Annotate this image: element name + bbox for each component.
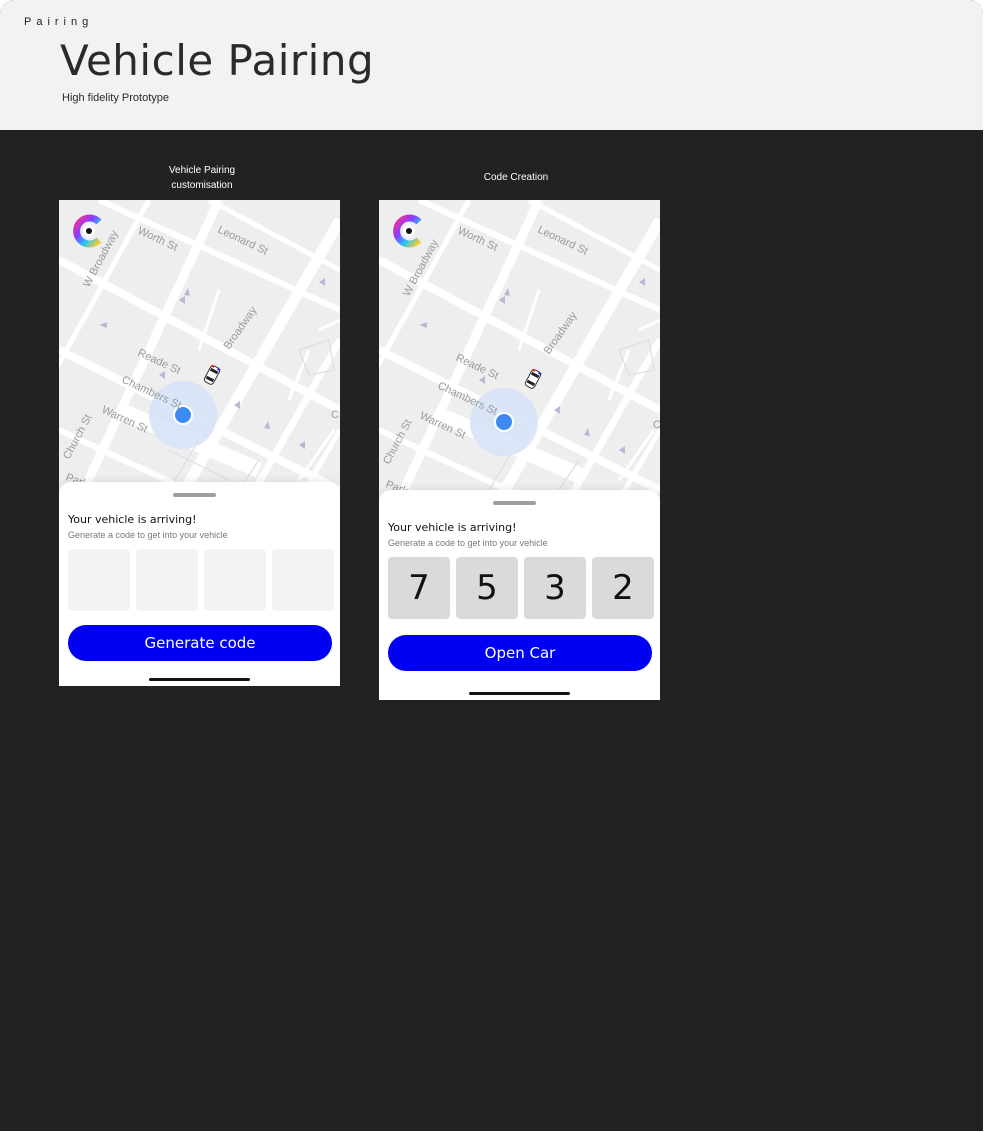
generate-code-button[interactable]: Generate code (68, 625, 332, 661)
location-dot-icon (494, 412, 514, 432)
map-view[interactable]: W Broadway Worth St Leonard St Broadway … (59, 200, 340, 500)
sheet-title: Your vehicle is arriving! (68, 513, 197, 526)
frame-label-pairing: Vehicle Pairing customisation (122, 163, 282, 193)
frame-label-line: customisation (171, 180, 233, 191)
sheet-subtitle: Generate a code to get into your vehicle (388, 538, 548, 548)
code-digit-box[interactable]: 5 (456, 557, 518, 619)
app-logo-icon[interactable] (392, 214, 426, 248)
sheet-title: Your vehicle is arriving! (388, 521, 517, 534)
open-car-button[interactable]: Open Car (388, 635, 652, 671)
frame-label-line: Vehicle Pairing (168, 165, 236, 176)
bottom-sheet: Your vehicle is arriving! Generate a cod… (59, 482, 340, 686)
frame-label-line: Code Creation (483, 172, 549, 183)
frame-label-code-creation: Code Creation (436, 170, 596, 185)
code-digit-box[interactable] (68, 549, 130, 611)
sheet-grabber[interactable] (493, 501, 536, 505)
page-subtitle: High fidelity Prototype (62, 92, 169, 104)
phone-frame-code-creation: W Broadway Worth St Leonard St Broadway … (379, 200, 660, 700)
bottom-sheet: Your vehicle is arriving! Generate a cod… (379, 490, 660, 700)
code-digit-box[interactable]: 7 (388, 557, 450, 619)
section-eyebrow: Pairing (24, 16, 94, 28)
code-digit-box[interactable]: 3 (524, 557, 586, 619)
code-digit-box[interactable] (204, 549, 266, 611)
code-digit-box[interactable] (136, 549, 198, 611)
home-indicator (149, 678, 250, 681)
design-canvas: Pairing Vehicle Pairing High fidelity Pr… (0, 0, 983, 1131)
phone-frame-pairing: W Broadway Worth St Leonard St Broadway … (59, 200, 340, 686)
code-digit-box[interactable] (272, 549, 334, 611)
sheet-grabber[interactable] (173, 493, 216, 497)
sheet-subtitle: Generate a code to get into your vehicle (68, 530, 228, 540)
code-digit-box[interactable]: 2 (592, 557, 654, 619)
page-title: Vehicle Pairing (60, 36, 375, 85)
map-label-c: C (653, 419, 660, 431)
map-view[interactable]: W Broadway Worth St Leonard St Broadway … (379, 200, 660, 500)
page-header: Pairing Vehicle Pairing High fidelity Pr… (0, 0, 983, 130)
app-logo-icon[interactable] (72, 214, 106, 248)
map-label-c: C (331, 409, 339, 421)
home-indicator (469, 692, 570, 695)
